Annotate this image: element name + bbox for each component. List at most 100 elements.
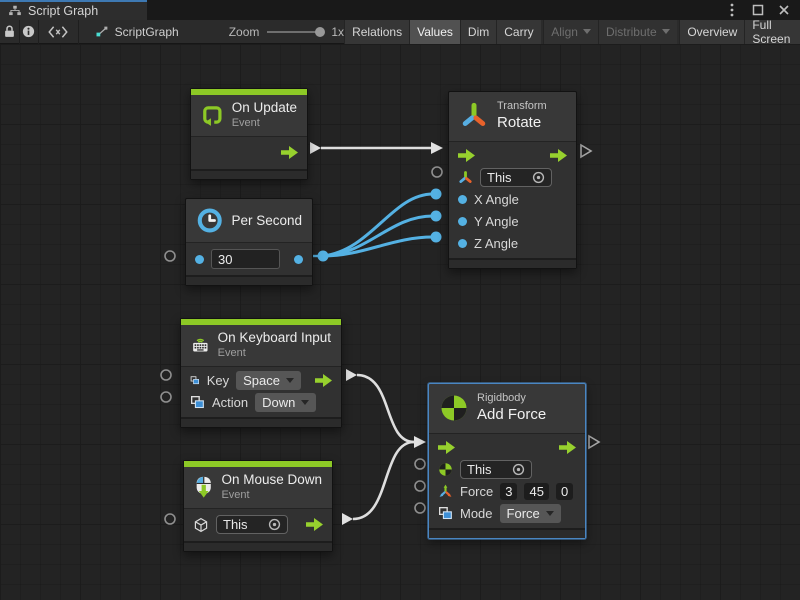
value-port-dot[interactable] [458,195,467,204]
graph-breadcrumb[interactable]: ScriptGraph [85,24,189,39]
code-icon [47,25,69,39]
wire-dot [431,232,442,243]
action-dropdown[interactable]: Down [255,393,316,412]
value-input-dot[interactable] [195,255,204,264]
info-button[interactable] [20,20,39,44]
script-graph-window: Script Graph [0,0,800,600]
relations-button[interactable]: Relations [344,20,409,44]
script-graph-icon [95,24,110,39]
loop-icon [201,101,224,129]
maximize-icon[interactable] [750,2,766,18]
overview-button[interactable]: Overview [679,20,744,44]
distribute-button[interactable]: Distribute [598,20,677,44]
node-on-mouse-down[interactable]: On Mouse Down Event This [183,460,333,552]
this-object-field[interactable]: This [480,168,552,187]
rotate-output-port[interactable] [581,145,591,157]
zoom-slider[interactable] [267,26,323,38]
target-picker-icon[interactable] [512,463,525,476]
node-subtitle: Event [218,347,331,361]
toolbar-toggles: Relations Values Dim Carry Align Distrib… [344,20,800,44]
zoom-slider-handle[interactable] [315,27,325,37]
distribute-label: Distribute [606,25,657,39]
align-button[interactable]: Align [543,20,598,44]
keyboard-key-port[interactable] [161,370,171,380]
flow-wire-arrow [414,436,426,448]
addforce-output-port[interactable] [589,436,599,448]
node-on-keyboard-input[interactable]: On Keyboard Input Event Key Space [180,318,342,428]
values-button[interactable]: Values [409,20,460,44]
node-per-second[interactable]: Per Second 30 [185,198,313,286]
addforce-this-port[interactable] [415,459,425,469]
flow-wire-start [346,369,357,381]
target-picker-icon[interactable] [268,518,281,531]
node-header: Per Second [186,199,312,242]
per-second-value-field[interactable]: 30 [211,249,280,269]
gameobject-cube-icon [193,517,209,533]
node-subtitle: Event [232,117,297,131]
zoom-control: Zoom 1x [229,25,344,39]
wire-dot [318,251,329,262]
flow-output-arrow-icon[interactable] [315,374,332,387]
tab-script-graph[interactable]: Script Graph [0,0,147,20]
node-title: On Keyboard Input [218,330,331,347]
node-footer [186,275,312,285]
force-z-field[interactable]: 0 [556,483,573,500]
keyboard-icon [191,332,210,358]
mode-dropdown[interactable]: Force [500,504,561,523]
rotate-this-port[interactable] [432,167,442,177]
graph-name: ScriptGraph [115,25,179,39]
graph-canvas[interactable]: On Update Event Transform [0,44,800,600]
rigidbody-icon [438,462,453,477]
target-picker-icon[interactable] [532,171,545,184]
node-title: On Update [232,100,297,117]
node-title: Rotate [497,114,547,133]
carry-button[interactable]: Carry [496,20,540,44]
force-y-field[interactable]: 45 [524,483,548,500]
persecond-input-port[interactable] [165,251,175,261]
transform-icon [458,170,473,185]
menu-icon[interactable] [724,2,740,18]
mouse-this-port[interactable] [165,514,175,524]
node-on-update[interactable]: On Update Event [190,88,308,180]
graph-wires [0,44,800,600]
flow-input-arrow-icon[interactable] [458,149,475,162]
flow-wire-arrow [431,142,443,154]
flow-output-arrow-icon[interactable] [281,146,298,159]
node-transform-rotate[interactable]: Transform Rotate This [448,91,577,269]
value-output-dot[interactable] [294,255,303,264]
flow-input-arrow-icon[interactable] [438,441,455,454]
lock-icon [2,24,17,39]
close-icon[interactable] [776,2,792,18]
param-label: Action [212,395,248,410]
addforce-mode-port[interactable] [415,503,425,513]
addforce-force-port[interactable] [415,481,425,491]
flow-output-arrow-icon[interactable] [306,518,323,531]
node-subtitle: Event [221,489,322,503]
flow-output-arrow-icon[interactable] [550,149,567,162]
keyboard-action-port[interactable] [161,392,171,402]
node-footer [449,258,576,268]
info-icon [21,24,36,39]
edit-source-button[interactable] [39,20,78,44]
value-port-dot[interactable] [458,217,467,226]
value-port-dot[interactable] [458,239,467,248]
param-label: Force [460,484,493,499]
tab-bar: Script Graph [0,0,800,20]
enum-icon [190,373,200,388]
node-footer [191,169,307,179]
param-label: Mode [460,506,493,521]
flow-output-arrow-icon[interactable] [559,441,576,454]
dim-button[interactable]: Dim [460,20,496,44]
port-label: X Angle [474,192,519,207]
key-dropdown[interactable]: Space [236,371,301,390]
this-object-field[interactable]: This [460,460,532,479]
lock-button[interactable] [0,20,19,44]
full-screen-button[interactable]: Full Screen [744,20,800,44]
node-rigidbody-add-force[interactable]: Rigidbody Add Force This [428,383,586,539]
this-object-field[interactable]: This [216,515,288,534]
zoom-label: Zoom [229,25,260,39]
this-field-value: This [467,462,492,477]
force-x-field[interactable]: 3 [500,483,517,500]
node-footer [181,417,341,427]
wire-persecond-to-yangle [323,216,433,256]
